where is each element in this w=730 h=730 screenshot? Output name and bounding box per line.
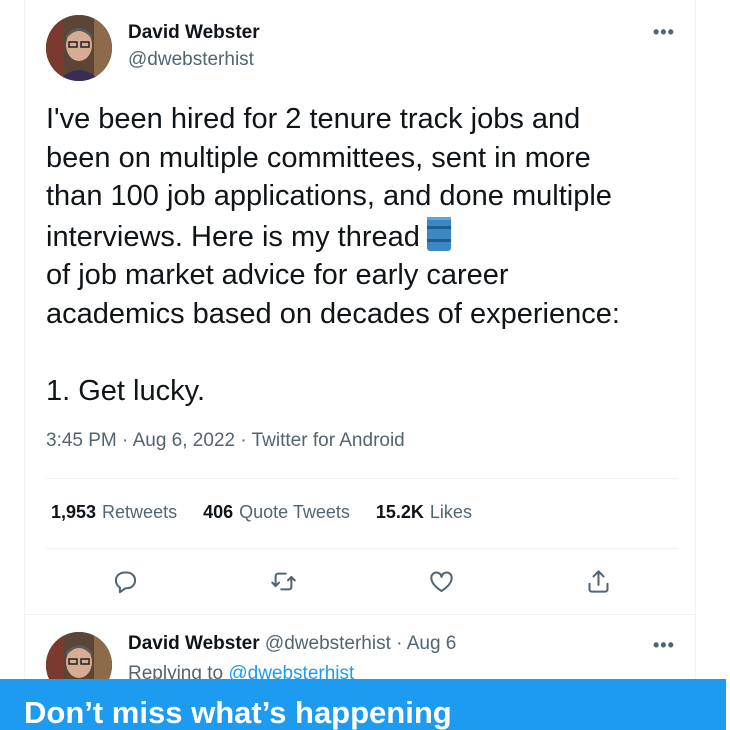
reply-button[interactable]	[104, 560, 146, 602]
reply-author-handle[interactable]: @dwebsterhist	[265, 633, 391, 654]
divider	[46, 548, 678, 549]
oil-drum-emoji	[426, 216, 452, 252]
quote-tweets-stat[interactable]: 406 Quote Tweets	[203, 502, 350, 523]
reply-more-options-icon[interactable]: •••	[653, 635, 675, 656]
tweet-source[interactable]: Twitter for Android	[252, 430, 405, 451]
divider	[46, 478, 678, 479]
tweet-text-part-1: I've been hired for 2 tenure track jobs …	[46, 103, 612, 253]
engagement-stats: 1,953 Retweets 406 Quote Tweets 15.2K Likes	[51, 502, 498, 523]
tweet-separator	[25, 614, 697, 615]
author-handle[interactable]: @dwebsterhist	[128, 49, 254, 71]
meta-separator: ·	[235, 430, 252, 451]
reply-author-name[interactable]: David Webster	[128, 633, 260, 654]
more-options-icon[interactable]: •••	[653, 22, 675, 43]
retweets-stat[interactable]: 1,953 Retweets	[51, 502, 177, 523]
likes-label: Likes	[429, 502, 472, 522]
share-button[interactable]	[577, 560, 619, 602]
retweets-label: Retweets	[102, 502, 178, 522]
retweet-icon	[270, 572, 296, 590]
share-icon	[587, 569, 609, 593]
likes-stat[interactable]: 15.2K Likes	[376, 502, 472, 523]
like-icon	[429, 570, 453, 592]
quote-tweets-count: 406	[203, 502, 234, 522]
reply-header: David Webster @dwebsterhist · Aug 6	[128, 633, 456, 655]
login-banner: Don’t miss what’s happening	[0, 679, 726, 730]
reply-date[interactable]: · Aug 6	[396, 633, 456, 654]
avatar[interactable]	[46, 15, 112, 81]
retweet-button[interactable]	[262, 560, 304, 602]
tweet-text-part-2: of job market advice for early career ac…	[46, 259, 620, 407]
banner-title: Don’t miss what’s happening	[24, 695, 452, 730]
avatar-image	[46, 15, 112, 81]
retweets-count: 1,953	[51, 502, 97, 522]
likes-count: 15.2K	[375, 502, 424, 522]
like-button[interactable]	[420, 560, 462, 602]
tweet-card: David Webster @dwebsterhist ••• I've bee…	[24, 0, 697, 730]
action-bar	[25, 560, 697, 602]
tweet-timestamp[interactable]: 3:45 PM · Aug 6, 2022	[46, 430, 235, 451]
author-name[interactable]: David Webster	[128, 22, 260, 44]
tweet-text: I've been hired for 2 tenure track jobs …	[46, 100, 686, 410]
tweet-meta: 3:45 PM · Aug 6, 2022 · Twitter for Andr…	[46, 430, 405, 452]
quote-tweets-label: Quote Tweets	[239, 502, 350, 522]
reply-icon	[114, 570, 136, 593]
